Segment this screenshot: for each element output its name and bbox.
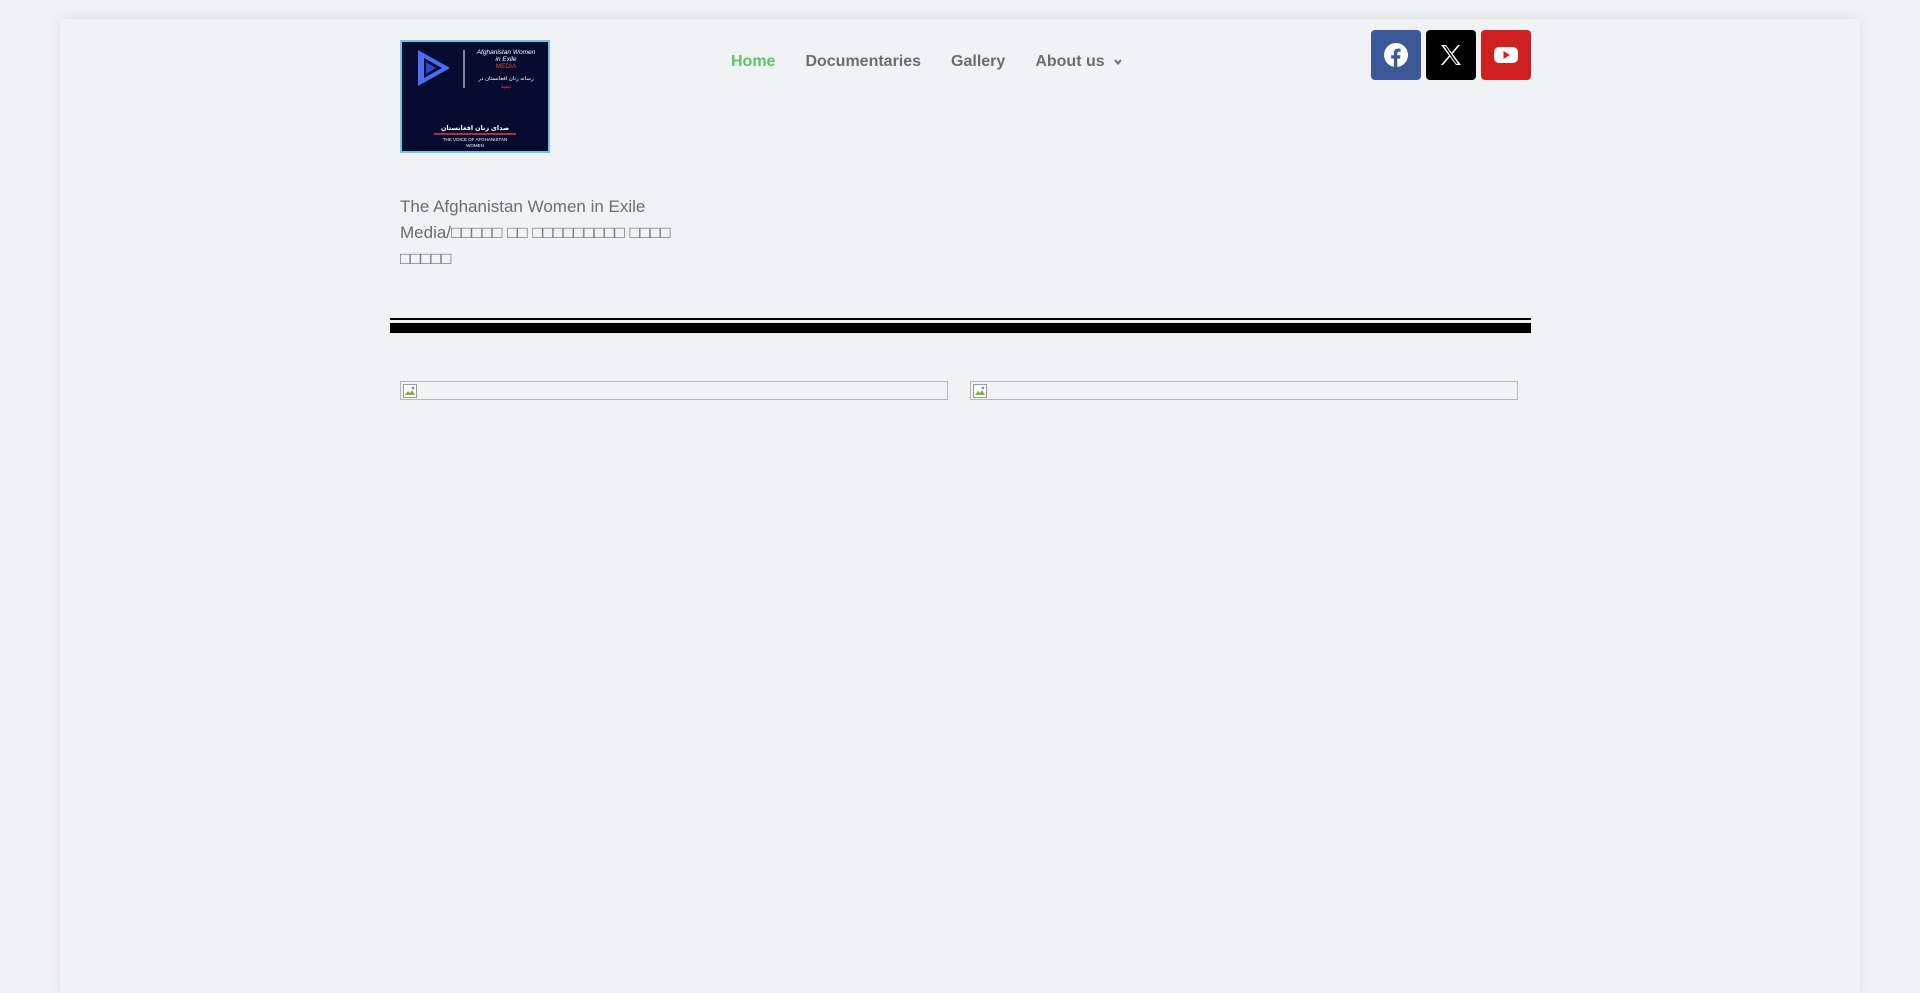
x-icon xyxy=(1441,45,1461,65)
logo-media: MEDIA xyxy=(496,63,517,70)
logo-title: Afghanistan Women xyxy=(476,49,536,56)
tagline-line-1: The Afghanistan Women in Exile xyxy=(400,197,646,216)
nav-gallery[interactable]: Gallery xyxy=(951,53,1005,71)
broken-image-left xyxy=(400,381,948,400)
x-button[interactable] xyxy=(1426,30,1476,80)
facebook-button[interactable] xyxy=(1371,30,1421,80)
site-logo[interactable]: Afghanistan Women in Exile MEDIA رسانه ز… xyxy=(400,40,550,153)
chevron-down-icon xyxy=(1113,59,1122,66)
divider-thin-line xyxy=(390,318,1531,320)
logo-caption-fa: صدای زنان افغانستان xyxy=(441,125,509,132)
logo-title-2: in Exile xyxy=(496,56,517,63)
facebook-icon xyxy=(1384,43,1408,67)
divider-thick-line xyxy=(390,323,1531,333)
tagline-line-2: Media/□□□□□ □□ □□□□□□□□□ □□□□ □□□□□ xyxy=(400,223,671,268)
section-divider xyxy=(390,318,1531,333)
nav-documentaries[interactable]: Documentaries xyxy=(805,53,921,71)
nav-home[interactable]: Home xyxy=(731,53,775,71)
logo-caption-en: THE VOICE OF AFGHANISTAN xyxy=(443,137,507,142)
page-container xyxy=(60,19,1860,993)
broken-image-icon xyxy=(403,384,417,398)
social-links xyxy=(1371,30,1531,80)
nav-about[interactable]: About us xyxy=(1035,53,1122,71)
site-tagline: The Afghanistan Women in Exile Media/□□□… xyxy=(400,194,720,272)
broken-image-right xyxy=(970,381,1518,400)
main-nav: Home Documentaries Gallery About us xyxy=(731,53,1153,71)
logo-subtitle-fa-2: تبعید xyxy=(501,84,512,90)
youtube-icon xyxy=(1494,47,1518,63)
youtube-button[interactable] xyxy=(1481,30,1531,80)
broken-image-icon xyxy=(973,384,987,398)
nav-about-label: About us xyxy=(1035,53,1105,70)
logo-caption-en-2: WOMEN xyxy=(466,143,484,148)
logo-subtitle-fa: رسانه زنان افغانستان در xyxy=(477,76,534,82)
